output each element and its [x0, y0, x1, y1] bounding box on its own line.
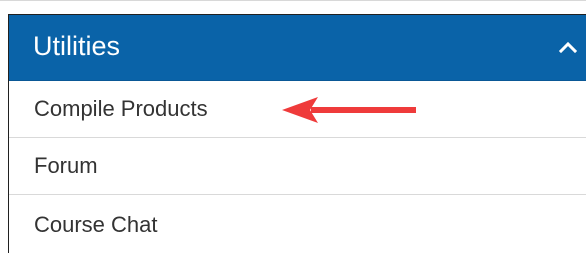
menu-item-compile-products[interactable]: Compile Products	[9, 81, 586, 138]
menu-item-label: Course Chat	[34, 212, 158, 237]
menu-item-forum[interactable]: Forum	[9, 138, 586, 195]
utilities-header[interactable]: Utilities	[9, 15, 586, 81]
top-divider	[0, 0, 586, 1]
chevron-up-icon[interactable]	[556, 35, 580, 59]
utilities-menu: Compile Products Forum Course Chat	[9, 81, 586, 253]
left-arrow-icon	[282, 97, 416, 123]
menu-item-course-chat[interactable]: Course Chat	[9, 195, 586, 253]
screenshot-canvas: Utilities Compile Products Forum Course …	[0, 0, 586, 253]
menu-item-label: Compile Products	[34, 96, 208, 121]
utilities-title: Utilities	[33, 31, 121, 61]
utilities-panel: Utilities Compile Products Forum Course …	[8, 14, 586, 253]
menu-item-label: Forum	[34, 153, 98, 178]
